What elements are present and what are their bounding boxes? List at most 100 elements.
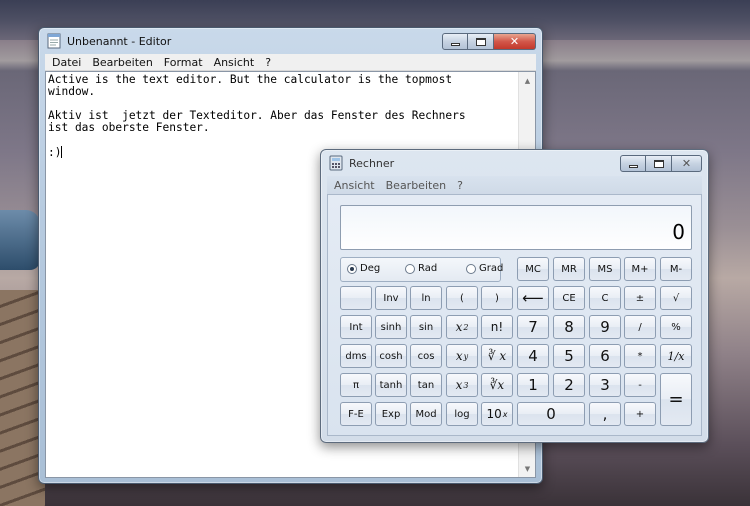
calculator-maximize-button[interactable]	[646, 155, 672, 172]
key-ten-pow-x[interactable]: 10 x	[481, 402, 513, 426]
maximize-icon	[475, 37, 486, 46]
key-log[interactable]: log	[446, 402, 478, 426]
calculator-minimize-button[interactable]	[620, 155, 646, 172]
editor-caption-buttons: ✕	[442, 33, 536, 50]
key-sqrt[interactable]: √	[660, 286, 692, 310]
key-exp[interactable]: Exp	[375, 402, 407, 426]
key-x-pow-y[interactable]: xy	[446, 344, 478, 368]
key-tanh[interactable]: tanh	[375, 373, 407, 397]
calculator-window[interactable]: Rechner ✕ Ansicht Bearbeiten ? 0 Deg Rad…	[320, 149, 709, 443]
key-tan[interactable]: tan	[410, 373, 442, 397]
key-dms[interactable]: dms	[340, 344, 372, 368]
key-9[interactable]: 9	[589, 315, 621, 339]
key-cube-root[interactable]: ∛x	[481, 373, 513, 397]
display-value: 0	[672, 220, 685, 244]
key-percent[interactable]: %	[660, 315, 692, 339]
key-backspace[interactable]: ⟵	[517, 286, 549, 310]
key-multiply[interactable]: *	[624, 344, 656, 368]
key-open-paren[interactable]: (	[446, 286, 478, 310]
key-1[interactable]: 1	[517, 373, 549, 397]
key-6[interactable]: 6	[589, 344, 621, 368]
key-blank[interactable]	[340, 286, 372, 310]
calculator-title: Rechner	[349, 156, 395, 170]
menu-format[interactable]: Format	[159, 56, 209, 69]
key-8[interactable]: 8	[553, 315, 585, 339]
calculator-close-button[interactable]: ✕	[672, 155, 702, 172]
editor-close-button[interactable]: ✕	[494, 33, 536, 50]
calc-menu-bearbeiten[interactable]: Bearbeiten	[381, 179, 452, 192]
key-c[interactable]: C	[589, 286, 621, 310]
key-ms[interactable]: MS	[589, 257, 621, 281]
key-5[interactable]: 5	[553, 344, 585, 368]
key-x-pow-y-exp: y	[463, 351, 469, 361]
menu-help[interactable]: ?	[260, 56, 277, 69]
radio-grad[interactable]: Grad	[466, 263, 503, 274]
key-sinh[interactable]: sinh	[375, 315, 407, 339]
radio-rad-label: Rad	[418, 263, 438, 274]
radio-deg-label: Deg	[360, 263, 381, 274]
scroll-up-icon[interactable]: ▲	[519, 72, 536, 89]
key-x-squared[interactable]: x2	[446, 315, 478, 339]
text-caret	[61, 146, 63, 158]
calc-menu-help[interactable]: ?	[452, 179, 469, 192]
key-ln[interactable]: ln	[410, 286, 442, 310]
key-f-e[interactable]: F-E	[340, 402, 372, 426]
calculator-titlebar[interactable]: Rechner ✕	[321, 150, 708, 176]
key-factorial[interactable]: n!	[481, 315, 513, 339]
desktop-background-boat	[0, 210, 40, 270]
editor-menubar: Datei Bearbeiten Format Ansicht ?	[45, 54, 536, 71]
radio-grad-label: Grad	[479, 263, 504, 274]
key-plus-minus[interactable]: ±	[624, 286, 656, 310]
key-cosh[interactable]: cosh	[375, 344, 407, 368]
menu-datei[interactable]: Datei	[47, 56, 87, 69]
radio-deg[interactable]: Deg	[347, 263, 380, 274]
key-mc[interactable]: MC	[517, 257, 549, 281]
calculator-body: 0 Deg Rad Grad MC MR MS M+ M- Inv ln ( )…	[327, 194, 702, 436]
radio-selected-icon	[347, 263, 357, 274]
minimize-icon	[450, 43, 460, 46]
key-7[interactable]: 7	[517, 315, 549, 339]
key-m-plus[interactable]: M+	[624, 257, 656, 281]
key-x-cubed-base: x	[455, 378, 463, 392]
key-inv[interactable]: Inv	[375, 286, 407, 310]
scroll-down-icon[interactable]: ▼	[519, 460, 536, 477]
key-divide[interactable]: /	[624, 315, 656, 339]
calculator-icon	[329, 155, 343, 171]
key-pi[interactable]: π	[340, 373, 372, 397]
key-x-cubed[interactable]: x3	[446, 373, 478, 397]
key-subtract[interactable]: -	[624, 373, 656, 397]
key-equals[interactable]: =	[660, 373, 692, 426]
editor-maximize-button[interactable]	[468, 33, 494, 50]
key-y-root-x[interactable]: ∛ x	[481, 344, 513, 368]
key-sin[interactable]: sin	[410, 315, 442, 339]
editor-minimize-button[interactable]	[442, 33, 468, 50]
calculator-menubar: Ansicht Bearbeiten ?	[327, 176, 702, 194]
key-3[interactable]: 3	[589, 373, 621, 397]
key-ten-pow-x-exp: x	[502, 409, 508, 419]
key-mr[interactable]: MR	[553, 257, 585, 281]
key-m-minus[interactable]: M-	[660, 257, 692, 281]
editor-titlebar[interactable]: Unbenannt - Editor ✕	[39, 28, 542, 54]
calc-menu-ansicht[interactable]: Ansicht	[329, 179, 381, 192]
key-reciprocal[interactable]: 1/x	[660, 344, 692, 368]
key-ce[interactable]: CE	[553, 286, 585, 310]
radio-unselected-icon	[405, 263, 415, 274]
key-4[interactable]: 4	[517, 344, 549, 368]
editor-title: Unbenannt - Editor	[67, 34, 172, 48]
radio-unselected-icon	[466, 263, 476, 274]
key-int[interactable]: Int	[340, 315, 372, 339]
key-add[interactable]: +	[624, 402, 656, 426]
menu-bearbeiten[interactable]: Bearbeiten	[87, 56, 158, 69]
key-close-paren[interactable]: )	[481, 286, 513, 310]
key-x-pow-y-base: x	[455, 349, 463, 363]
key-2[interactable]: 2	[553, 373, 585, 397]
key-0[interactable]: 0	[517, 402, 585, 426]
key-cos[interactable]: cos	[410, 344, 442, 368]
key-decimal[interactable]: ,	[589, 402, 621, 426]
menu-ansicht[interactable]: Ansicht	[209, 56, 261, 69]
calculator-caption-buttons: ✕	[620, 155, 702, 172]
key-mod[interactable]: Mod	[410, 402, 442, 426]
radio-rad[interactable]: Rad	[405, 263, 437, 274]
minimize-icon	[628, 165, 638, 168]
key-ten-pow-x-base: 10	[486, 407, 502, 421]
